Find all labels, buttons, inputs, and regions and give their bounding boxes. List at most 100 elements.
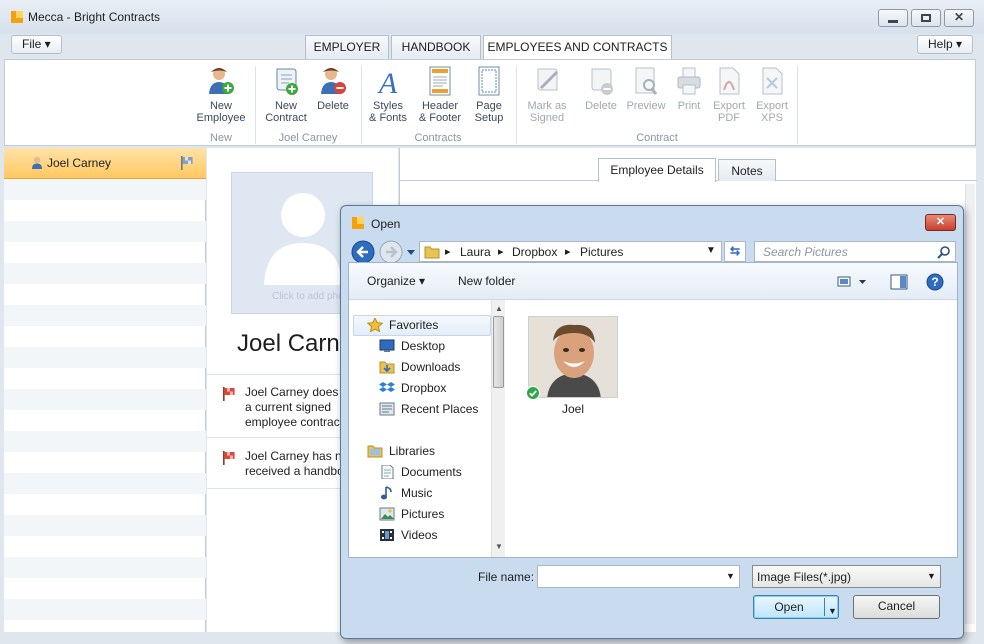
nav-dropbox[interactable]: Dropbox — [379, 378, 446, 399]
app-logo-icon — [11, 11, 23, 23]
employee-list-item-selected[interactable]: Joel Carney — [4, 148, 206, 179]
header-footer-button[interactable]: Header & Footer — [414, 66, 466, 126]
new-employee-icon — [207, 66, 235, 96]
open-file-dialog: Open ✕ ▸ Laura ▸ Dropbox ▸ Pictures ▼ ⇆ … — [340, 205, 964, 639]
new-employee-button[interactable]: New Employee — [192, 66, 250, 126]
cancel-button[interactable]: Cancel — [853, 595, 940, 619]
nav-desktop[interactable]: Desktop — [379, 336, 445, 357]
tab-employee-details[interactable]: Employee Details — [598, 158, 716, 182]
documents-icon — [381, 465, 394, 479]
preview-pane-icon[interactable] — [890, 274, 908, 290]
nav-videos[interactable]: Videos — [379, 525, 437, 546]
file-name-dropdown-icon[interactable]: ▼ — [726, 571, 735, 581]
nav-scroll-thumb[interactable] — [493, 316, 504, 388]
forward-arrow-icon[interactable] — [379, 240, 405, 264]
dialog-close-button[interactable]: ✕ — [925, 214, 956, 231]
open-button[interactable]: Open ▼ — [753, 595, 839, 619]
page-setup-button[interactable]: Page Setup — [469, 66, 509, 126]
warning-item: Joel Carney has no received a handbo — [245, 449, 349, 478]
close-window-button[interactable]: ✕ — [944, 9, 974, 27]
back-arrow-icon[interactable] — [351, 240, 377, 264]
navigation-pane: Favorites Desktop Downloads Dropbox Rece… — [349, 300, 505, 557]
export-xps-button[interactable]: Export XPS — [753, 66, 791, 126]
nav-recent-places[interactable]: Recent Places — [379, 399, 478, 420]
dialog-title: Open — [371, 217, 401, 231]
details-scrollbar[interactable] — [965, 184, 975, 624]
warning-flag-icon — [223, 451, 235, 465]
help-icon[interactable]: ? — [926, 273, 944, 291]
list-stripe — [4, 389, 206, 410]
ribbon-separator — [797, 66, 798, 144]
file-menu-button[interactable]: File ▾ — [11, 35, 62, 54]
group-label-new: New — [209, 132, 232, 144]
page-setup-icon — [475, 66, 503, 96]
nav-music[interactable]: Music — [379, 483, 432, 504]
close-icon: ✕ — [953, 10, 965, 24]
refresh-button[interactable]: ⇆ — [724, 241, 746, 262]
svg-text:?: ? — [931, 275, 938, 289]
desktop-icon — [379, 339, 395, 352]
minimize-button[interactable] — [878, 9, 908, 27]
list-stripe — [4, 431, 206, 452]
sync-check-icon — [526, 386, 540, 400]
new-contract-button[interactable]: New Contract — [262, 66, 310, 126]
maximize-button[interactable] — [911, 9, 941, 27]
tab-employer[interactable]: EMPLOYER — [305, 35, 389, 59]
list-stripe — [4, 515, 206, 536]
folder-icon — [424, 246, 440, 259]
export-pdf-button[interactable]: Export PDF — [710, 66, 748, 126]
nav-downloads[interactable]: Downloads — [379, 357, 460, 378]
change-view-icon[interactable] — [837, 275, 867, 289]
history-dropdown-icon[interactable] — [407, 250, 415, 256]
open-dropdown-icon[interactable]: ▼ — [828, 601, 837, 622]
organize-menu[interactable]: Organize ▾ — [367, 274, 425, 288]
delete-contract-icon — [587, 66, 615, 96]
new-folder-button[interactable]: New folder — [458, 274, 515, 288]
nav-pictures[interactable]: Pictures — [379, 504, 444, 525]
search-box[interactable]: Search Pictures — [754, 241, 956, 262]
tab-notes[interactable]: Notes — [718, 159, 776, 181]
tab-handbook[interactable]: HANDBOOK — [391, 35, 481, 59]
file-type-select[interactable]: Image Files(*.jpg) ▼ — [752, 565, 941, 588]
breadcrumb-item[interactable]: Pictures — [580, 245, 623, 259]
mark-as-signed-button[interactable]: Mark as Signed — [523, 66, 571, 126]
flag-icon[interactable] — [179, 155, 195, 171]
breadcrumb-item[interactable]: Dropbox — [512, 245, 557, 259]
file-name-label: File name: — [478, 570, 535, 584]
breadcrumb-separator: ▸ — [445, 246, 451, 258]
mark-signed-icon — [533, 66, 561, 96]
new-contract-icon — [272, 66, 300, 96]
tab-employees-and-contracts[interactable]: EMPLOYEES AND CONTRACTS — [483, 35, 672, 60]
address-bar[interactable]: ▸ Laura ▸ Dropbox ▸ Pictures ▼ — [419, 241, 722, 262]
styles-fonts-button[interactable]: A Styles & Fonts — [367, 66, 409, 126]
delete-employee-button[interactable]: Delete — [313, 66, 353, 126]
recent-places-icon — [379, 402, 395, 416]
nav-scrollbar[interactable]: ▲ ▼ — [491, 300, 505, 557]
employee-name: Joel Carney — [47, 156, 112, 170]
file-item[interactable]: Joel — [526, 316, 620, 416]
file-name-input[interactable]: ▼ — [537, 565, 740, 588]
search-icon[interactable] — [937, 245, 951, 259]
list-stripe — [4, 221, 206, 242]
help-menu-button[interactable]: Help ▾ — [917, 35, 974, 54]
videos-icon — [380, 529, 394, 541]
list-stripe — [4, 305, 206, 326]
group-label-joel-carney: Joel Carney — [278, 132, 338, 144]
nav-favorites[interactable]: Favorites — [367, 315, 438, 336]
pictures-icon — [379, 507, 395, 521]
list-stripe — [4, 557, 206, 578]
styles-fonts-icon: A — [374, 66, 402, 100]
nav-libraries[interactable]: Libraries — [367, 441, 435, 462]
print-button[interactable]: Print — [672, 66, 706, 126]
nav-documents[interactable]: Documents — [379, 462, 462, 483]
scroll-up-icon[interactable]: ▲ — [495, 304, 503, 313]
delete-contract-button[interactable]: Delete — [581, 66, 621, 126]
address-dropdown-icon[interactable]: ▼ — [706, 245, 716, 256]
scroll-down-icon[interactable]: ▼ — [495, 542, 503, 551]
breadcrumb-item[interactable]: Laura — [460, 245, 491, 259]
breadcrumb-separator: ▸ — [565, 246, 571, 258]
split-divider — [824, 598, 825, 616]
preview-button[interactable]: Preview — [624, 66, 668, 126]
photo-thumbnail — [528, 316, 618, 398]
file-view: Joel — [506, 300, 957, 557]
